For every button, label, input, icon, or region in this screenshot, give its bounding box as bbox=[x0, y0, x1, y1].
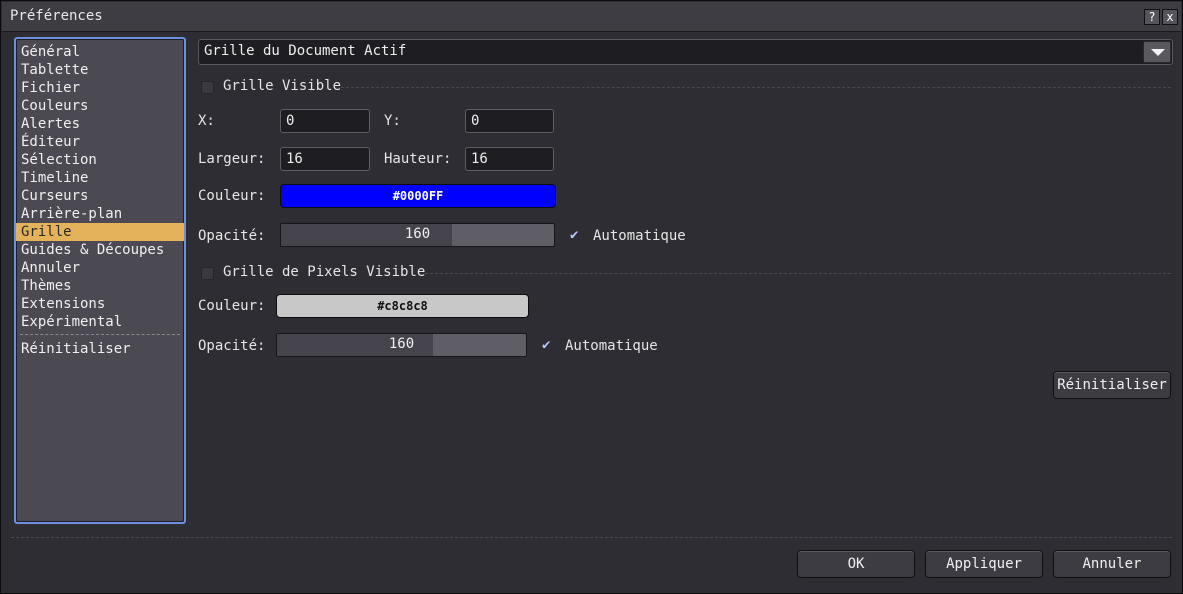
grid-height-field[interactable]: 16 bbox=[465, 147, 554, 171]
sidebar-item[interactable]: Couleurs bbox=[16, 97, 184, 115]
sidebar-item[interactable]: Curseurs bbox=[16, 187, 184, 205]
grid-width-field[interactable]: 16 bbox=[280, 147, 370, 171]
sidebar-item[interactable]: Guides & Découpes bbox=[16, 241, 184, 259]
help-icon[interactable]: ? bbox=[1144, 9, 1160, 25]
preferences-window: Préférences ? x Général Tablette Fichier Co… bbox=[0, 0, 1183, 594]
pixel-grid-opacity-label: Opacité: bbox=[198, 338, 266, 354]
pixel-grid-visible-label: Grille de Pixels Visible bbox=[223, 264, 426, 280]
pixel-grid-opacity-slider[interactable]: 160 bbox=[276, 333, 527, 357]
title-bar[interactable]: Préférences ? x bbox=[2, 2, 1181, 32]
grid-height-label: Hauteur: bbox=[384, 151, 452, 167]
grid-y-label: Y: bbox=[384, 113, 401, 129]
sidebar-list: Général Tablette Fichier Couleurs Alertes Édi… bbox=[14, 37, 186, 524]
grid-color-button[interactable]: #0000FF bbox=[280, 184, 556, 208]
grid-opacity-slider[interactable]: 160 bbox=[280, 223, 555, 247]
sidebar-item[interactable]: Expérimental bbox=[16, 313, 184, 331]
grid-auto-label[interactable]: Automatique bbox=[593, 228, 686, 244]
grid-color-label: Couleur: bbox=[198, 188, 266, 204]
sidebar-item[interactable]: Tablette bbox=[16, 61, 184, 79]
footer-divider bbox=[11, 537, 1172, 538]
reset-grid-button[interactable]: Réinitialiser bbox=[1053, 371, 1171, 399]
pixel-grid-color-label: Couleur: bbox=[198, 298, 266, 314]
sidebar-item[interactable]: Thèmes bbox=[16, 277, 184, 295]
pixel-grid-opacity-value: 160 bbox=[388, 336, 415, 352]
check-icon[interactable]: ✔ bbox=[570, 227, 578, 243]
sidebar-item[interactable]: Arrière-plan bbox=[16, 205, 184, 223]
grid-opacity-label: Opacité: bbox=[198, 228, 266, 244]
grid-visible-label: Grille Visible bbox=[223, 78, 342, 94]
sidebar-item[interactable]: Général bbox=[16, 43, 184, 61]
sidebar-item[interactable]: Fichier bbox=[16, 79, 184, 97]
section-divider bbox=[341, 87, 1171, 88]
grid-scope-value: Grille du Document Actif bbox=[204, 43, 407, 59]
cancel-button[interactable]: Annuler bbox=[1053, 550, 1171, 578]
grid-x-label: X: bbox=[198, 113, 215, 129]
apply-button[interactable]: Appliquer bbox=[925, 550, 1043, 578]
sidebar-item[interactable]: Éditeur bbox=[16, 133, 184, 151]
sidebar-item-reset[interactable]: Réinitialiser bbox=[16, 340, 184, 358]
sidebar-item[interactable]: Alertes bbox=[16, 115, 184, 133]
sidebar-item[interactable]: Sélection bbox=[16, 151, 184, 169]
sidebar-item[interactable]: Grille bbox=[16, 223, 184, 241]
grid-opacity-value: 160 bbox=[404, 226, 431, 242]
grid-visible-checkbox[interactable] bbox=[201, 81, 214, 94]
grid-scope-dropdown[interactable]: Grille du Document Actif bbox=[198, 39, 1173, 65]
grid-y-field[interactable]: 0 bbox=[465, 109, 554, 133]
pixel-grid-auto-label[interactable]: Automatique bbox=[565, 338, 658, 354]
chevron-down-icon[interactable] bbox=[1143, 41, 1171, 63]
ok-button[interactable]: OK bbox=[797, 550, 915, 578]
sidebar-item[interactable]: Timeline bbox=[16, 169, 184, 187]
sidebar-item[interactable]: Extensions bbox=[16, 295, 184, 313]
grid-width-label: Largeur: bbox=[198, 151, 266, 167]
pixel-grid-color-button[interactable]: #c8c8c8 bbox=[276, 294, 529, 318]
check-icon[interactable]: ✔ bbox=[542, 337, 550, 353]
section-divider bbox=[425, 273, 1171, 274]
grid-x-field[interactable]: 0 bbox=[280, 109, 370, 133]
pixel-grid-visible-checkbox[interactable] bbox=[201, 267, 214, 280]
sidebar-item[interactable]: Annuler bbox=[16, 259, 184, 277]
window-title: Préférences bbox=[10, 8, 103, 24]
close-icon[interactable]: x bbox=[1162, 9, 1178, 25]
sidebar-divider bbox=[20, 334, 180, 335]
